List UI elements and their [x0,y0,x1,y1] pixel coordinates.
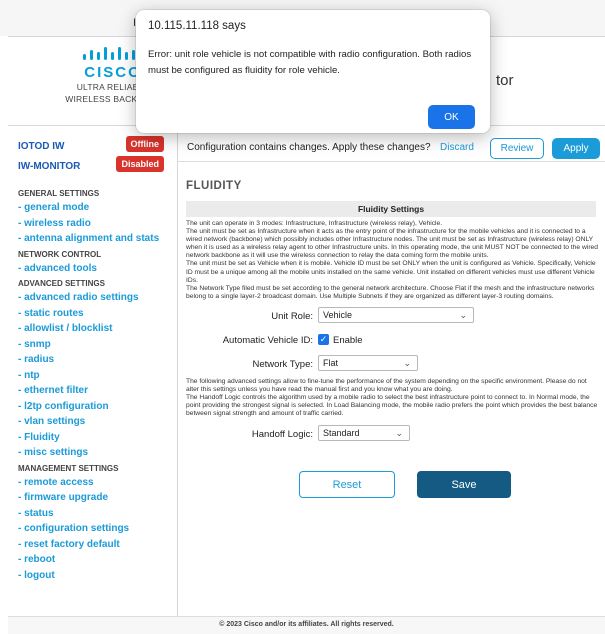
fluidity-description: The unit can operate in 3 modes: Infrast… [186,220,598,300]
network-type-row: Network Type: Flat ⌄ [186,352,601,376]
nav-link-advanced-radio[interactable]: - advanced radio settings [18,290,178,306]
network-type-select[interactable]: Flat ⌄ [318,354,418,371]
review-button[interactable]: Review [490,138,544,159]
unit-role-label: Unit Role: [271,310,313,322]
form-actions: Reset Save [186,456,601,516]
save-button[interactable]: Save [417,471,511,499]
changes-message: Configuration contains changes. Apply th… [187,142,431,153]
advanced-description: The following advanced settings allow to… [186,377,598,418]
discard-link[interactable]: Discard [440,142,474,153]
changes-banner: Configuration contains changes. Apply th… [178,135,605,162]
nav-link-configuration[interactable]: - configuration settings [18,521,178,537]
page-title: FLUIDITY [186,180,242,192]
nav-link-snmp[interactable]: - snmp [18,337,178,353]
nav-link-l2tp[interactable]: - l2tp configuration [18,399,178,415]
chevron-down-icon: ⌄ [459,309,467,320]
chevron-down-icon: ⌄ [403,357,411,368]
nav-link-static-routes[interactable]: - static routes [18,306,178,322]
nav-link-allowlist[interactable]: - allowlist / blocklist [18,321,178,337]
checkmark-icon: ✓ [319,333,328,344]
status-name: IW-MONITOR [18,161,81,172]
nav-link-misc[interactable]: - misc settings [18,445,178,461]
unit-role-select[interactable]: Vehicle ⌄ [318,306,474,323]
section-heading: Fluidity Settings [186,201,596,217]
nav-section-title: NETWORK CONTROL [18,249,102,259]
nav-link-fluidity[interactable]: - Fluidity [18,430,178,446]
handoff-label: Handoff Logic: [251,429,313,441]
reset-button[interactable]: Reset [299,471,395,499]
dialog-title: 10.115.11.118 says [148,20,246,32]
nav-link-firmware-upgrade[interactable]: - firmware upgrade [18,490,178,506]
handoff-row: Handoff Logic: Standard ⌄ [186,422,601,446]
nav-link-wireless-radio[interactable]: - wireless radio [18,216,178,232]
auto-vehicle-row: Automatic Vehicle ID: ✓ Enable [186,328,601,352]
nav-section-title: ADVANCED SETTINGS [18,279,105,288]
nav-link-remote-access[interactable]: - remote access [18,475,178,491]
dialog-message: Error: unit role vehicle is not compatib… [148,49,472,76]
nav-link-vlan[interactable]: - vlan settings [18,414,178,430]
network-type-label: Network Type: [252,358,313,370]
status-iw-monitor[interactable]: IW-MONITOR Disabled [18,156,168,172]
nav-link-radius[interactable]: - radius [18,352,178,368]
handoff-value: Standard [323,428,360,439]
nav-link-reboot[interactable]: - reboot [18,552,178,568]
nav-section-title: GENERAL SETTINGS [18,189,100,198]
sidebar-nav: GENERAL SETTINGS - general mode - wirele… [18,186,178,583]
status-name: IOTOD IW [18,141,65,152]
status-badge: Disabled [116,156,164,172]
nav-link-advanced-tools[interactable]: - advanced tools [18,261,178,277]
handoff-select[interactable]: Standard ⌄ [318,425,410,442]
apply-button[interactable]: Apply [552,138,600,159]
page-footer: © 2023 Cisco and/or its affiliates. All … [8,616,605,634]
auto-vehicle-label: Automatic Vehicle ID: [222,334,313,346]
nav-section-title: MANAGEMENT SETTINGS [18,463,119,473]
enable-label: Enable [333,334,363,346]
unit-role-value: Vehicle [323,309,353,320]
chevron-down-icon: ⌄ [395,428,403,439]
ok-button[interactable]: OK [428,105,475,129]
alert-dialog: 10.115.11.118 says Error: unit role vehi… [136,10,490,133]
nav-link-ntp[interactable]: - ntp [18,368,178,384]
nav-link-logout[interactable]: - logout [18,568,178,584]
status-badge: Offline [125,136,164,152]
nav-link-status[interactable]: - status [18,506,178,522]
auto-vehicle-checkbox[interactable]: ✓ [318,333,329,345]
network-type-value: Flat [323,357,339,368]
unit-role-row: Unit Role: Vehicle ⌄ [186,304,601,328]
nav-link-ethernet-filter[interactable]: - ethernet filter [18,383,178,399]
sidebar: IOTOD IW Offline IW-MONITOR Disabled GEN… [8,126,178,616]
main-content: FLUIDITY Fluidity Settings The unit can … [186,180,601,516]
nav-link-reset-factory[interactable]: - reset factory default [18,537,178,553]
status-iotod-iw[interactable]: IOTOD IW Offline [18,136,168,152]
nav-link-general-mode[interactable]: - general mode [18,200,178,216]
nav-link-antenna-alignment[interactable]: - antenna alignment and stats [18,231,178,247]
product-title: tor [496,72,514,89]
page: I CISCO ULTRA RELIABLE WIRELESS BACKHAUL… [0,0,605,634]
